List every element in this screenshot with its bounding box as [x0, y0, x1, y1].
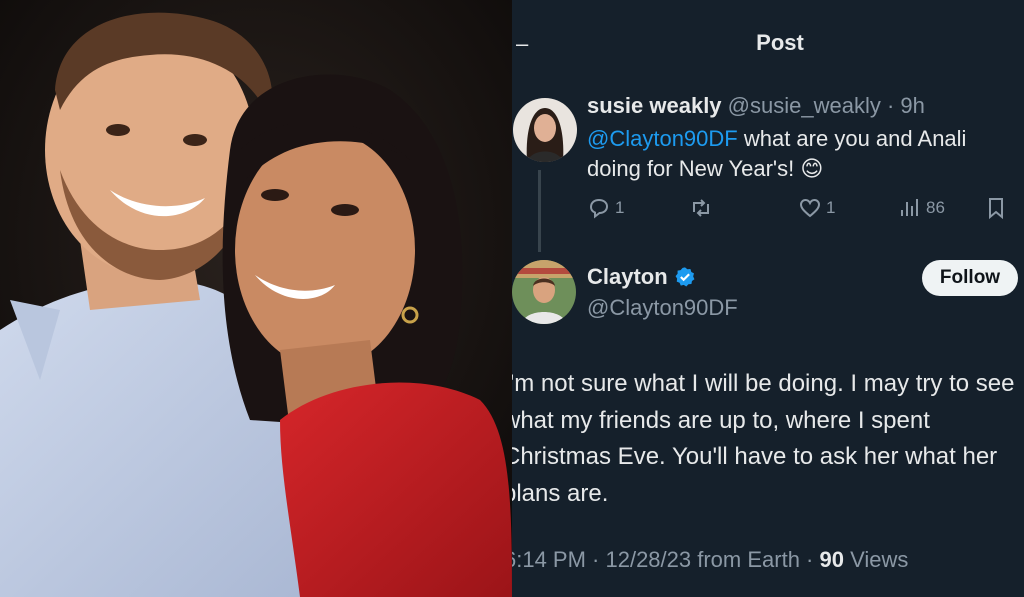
clayton-avatar[interactable]	[512, 260, 576, 324]
post-panel: – Post susie weakly @susie_weakly · 9h @…	[512, 0, 1024, 597]
susie-handle[interactable]: @susie_weakly	[728, 93, 881, 118]
retweet-icon	[693, 199, 709, 217]
follow-button[interactable]: Follow	[922, 260, 1018, 296]
bookmark-button[interactable]	[984, 196, 1008, 220]
reply-action-bar: 1 1 86	[587, 196, 1017, 220]
reply-icon	[589, 198, 609, 219]
thread-line	[538, 170, 541, 252]
susie-avatar-image	[513, 98, 577, 162]
like-button[interactable]: 1	[798, 196, 835, 220]
clayton-name-row: Clayton	[587, 264, 696, 290]
susie-display-name[interactable]: susie weakly	[587, 93, 722, 118]
retweet-button[interactable]	[689, 196, 713, 220]
views-count: 86	[926, 198, 945, 217]
reply-count: 1	[615, 198, 625, 217]
views-icon	[901, 199, 918, 216]
views-button[interactable]: 86	[898, 196, 945, 220]
reply-button[interactable]: 1	[587, 196, 624, 220]
tweet-views-count: 90	[819, 547, 844, 572]
smile-emoji-icon: 😊	[800, 156, 824, 181]
separator-dot: ·	[880, 93, 901, 118]
bookmark-icon	[989, 198, 1003, 220]
couple-photo	[0, 0, 512, 597]
susie-avatar[interactable]	[513, 98, 577, 162]
page-title: Post	[756, 30, 804, 55]
couple-photo-illustration	[0, 0, 512, 597]
tweet-timestamp[interactable]: 6:14 PM · 12/28/23 from Earth ·	[512, 547, 819, 572]
verified-badge-icon[interactable]	[674, 266, 696, 288]
like-count: 1	[826, 198, 836, 217]
clayton-display-name[interactable]: Clayton	[587, 264, 668, 290]
reply-time[interactable]: 9h	[900, 93, 924, 118]
tweet-meta: 6:14 PM · 12/28/23 from Earth · 90 Views	[512, 547, 908, 573]
mention-link[interactable]: @Clayton90DF	[587, 126, 738, 151]
reply-tweet-text: @Clayton90DF what are you and Anali doin…	[587, 124, 1007, 184]
clayton-avatar-image	[512, 260, 576, 324]
clayton-handle[interactable]: @Clayton90DF	[587, 295, 738, 321]
susie-name-row: susie weakly @susie_weakly · 9h	[587, 93, 925, 119]
main-tweet-text: I'm not sure what I will be doing. I may…	[512, 370, 1015, 507]
like-icon	[799, 198, 821, 218]
tweet-views-label: Views	[843, 547, 909, 572]
